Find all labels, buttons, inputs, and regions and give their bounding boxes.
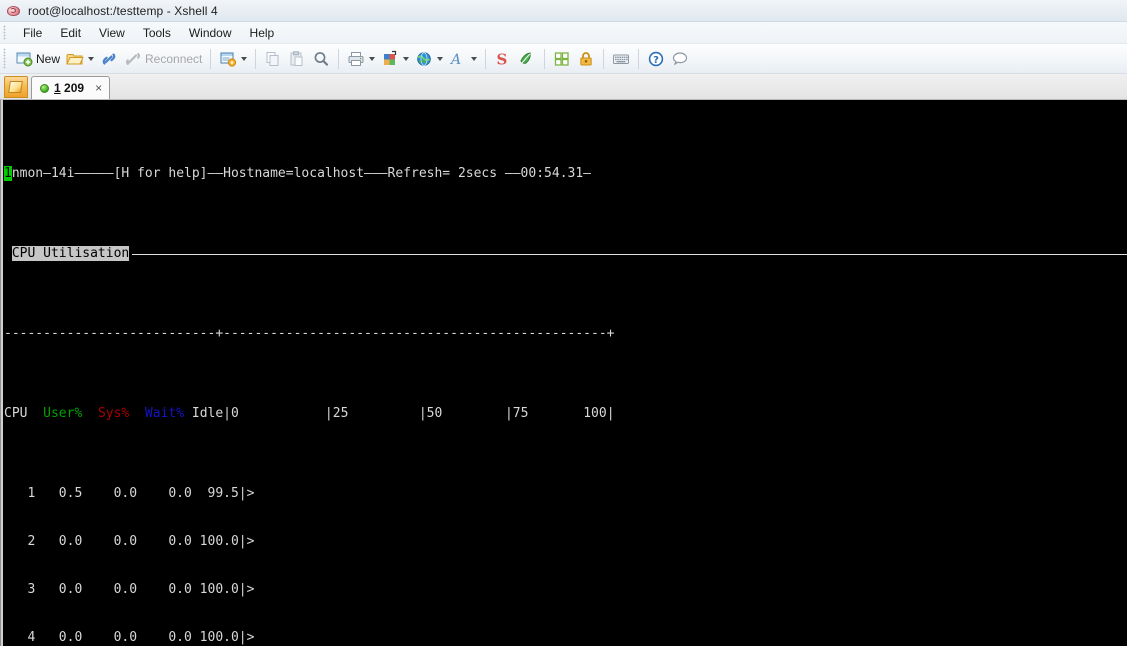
cpu-row-3: 3 0.0 0.0 0.0 100.0|> (4, 582, 255, 597)
nmon-header-text: nmon—14i—————[H for help]——Hostname=loca… (11, 166, 592, 181)
terminal-content: 1nmon—14i—————[H for help]——Hostname=loc… (1, 100, 1127, 646)
find-button[interactable] (309, 47, 333, 71)
tab-close-icon[interactable]: × (95, 82, 102, 94)
menu-edit[interactable]: Edit (51, 24, 90, 42)
session-properties-caret-icon[interactable] (241, 56, 248, 61)
cpu-row-1: 1 0.5 0.0 0.0 99.5|> (4, 486, 255, 501)
terminal-screen[interactable]: 1nmon—14i—————[H for help]——Hostname=loc… (0, 100, 1127, 646)
cpu-col-cpu: CPU (4, 406, 28, 421)
terminal-cursor: 1 (4, 166, 12, 181)
open-folder-icon (66, 50, 84, 68)
cpu-separator-top: ---------------------------+------------… (4, 326, 615, 341)
ftp-icon (518, 50, 536, 68)
tab-index: 1 (54, 81, 61, 95)
open-session-caret-icon[interactable] (88, 56, 95, 61)
font-icon: A (449, 50, 467, 68)
lock-button[interactable] (574, 47, 598, 71)
svg-text:A: A (449, 52, 461, 68)
tab-session-1[interactable]: 1 209 × (31, 76, 111, 99)
cpu-col-user: User% (43, 406, 83, 421)
print-button[interactable] (344, 47, 378, 71)
cpu-section-rule (132, 254, 1127, 255)
connect-link-icon (100, 50, 118, 68)
open-session-button[interactable] (63, 47, 97, 71)
web-transfer-icon (415, 50, 433, 68)
window-title-bar: root@localhost:/testtemp - Xshell 4 (0, 0, 1127, 22)
tab-status-icon (40, 83, 49, 93)
toolbar-separator-1 (210, 48, 212, 69)
font-button[interactable]: A (446, 47, 480, 71)
menu-window[interactable]: Window (180, 24, 241, 42)
window-title: root@localhost:/testtemp - Xshell 4 (28, 3, 218, 18)
menu-view[interactable]: View (90, 24, 134, 42)
chat-button[interactable] (668, 47, 692, 71)
reconnect-icon (124, 50, 142, 68)
copy-button (261, 47, 285, 71)
help-icon: ? (647, 50, 665, 68)
lock-icon (577, 50, 595, 68)
session-properties-icon (219, 50, 237, 68)
xshell-icon (6, 3, 22, 19)
menu-bar: File Edit View Tools Window Help (0, 22, 1127, 44)
keymap-button[interactable] (550, 47, 574, 71)
reconnect-button: Reconnect (121, 47, 205, 71)
sftp-button[interactable]: S (491, 47, 515, 71)
print-caret-icon[interactable] (369, 56, 376, 61)
toolbar-separator-6 (603, 48, 605, 69)
cpu-row-2: 2 0.0 0.0 0.0 100.0|> (4, 534, 255, 549)
layout-caret-icon[interactable] (403, 56, 410, 61)
cpu-col-sys: Sys% (97, 406, 130, 421)
nmon-header-line: 1nmon—14i—————[H for help]——Hostname=loc… (4, 166, 1127, 182)
toolbar: New Reconnect A S ? (0, 44, 1127, 74)
keymap-icon (553, 50, 571, 68)
cpu-section-title: CPU Utilisation (11, 246, 130, 261)
find-icon (312, 50, 330, 68)
menu-help[interactable]: Help (241, 24, 284, 42)
tab-label: 1 209 (54, 81, 84, 95)
chat-icon (671, 50, 689, 68)
web-transfer-caret-icon[interactable] (437, 56, 444, 61)
session-properties-button[interactable] (216, 47, 250, 71)
cpu-scale-line: Idle|0 |25 |50 |75 100| (191, 406, 615, 421)
toolbar-separator-3 (338, 48, 340, 69)
web-transfer-button[interactable] (412, 47, 446, 71)
new-session-button[interactable]: New (12, 47, 63, 71)
menu-file[interactable]: File (14, 24, 51, 42)
reconnect-label: Reconnect (145, 51, 203, 66)
toolbar-separator-2 (255, 48, 257, 69)
cpu-row-4: 4 0.0 0.0 0.0 100.0|> (4, 630, 255, 645)
connect-button[interactable] (97, 47, 121, 71)
svg-text:?: ? (653, 55, 659, 66)
tab-title: 209 (64, 81, 85, 95)
layout-icon (381, 50, 399, 68)
new-tab-icon[interactable] (4, 76, 28, 98)
font-caret-icon[interactable] (471, 56, 478, 61)
paste-button (285, 47, 309, 71)
ftp-button[interactable] (515, 47, 539, 71)
sftp-icon: S (494, 50, 512, 68)
menu-tools[interactable]: Tools (134, 24, 180, 42)
svg-text:S: S (497, 50, 508, 68)
cpu-column-header-row: CPU User% Sys% Wait% Idle|0 |25 |50 |75 … (4, 406, 1127, 422)
new-session-label: New (36, 51, 61, 66)
keyboard-button[interactable] (609, 47, 633, 71)
print-icon (347, 50, 365, 68)
cpu-col-wait: Wait% (144, 406, 185, 421)
tab-strip: 1 209 × (0, 74, 1127, 100)
new-session-icon (15, 50, 33, 68)
toolbar-separator-7 (638, 48, 640, 69)
layout-button[interactable] (378, 47, 412, 71)
toolbar-separator-4 (485, 48, 487, 69)
keyboard-icon (612, 50, 630, 68)
help-button[interactable]: ? (644, 47, 668, 71)
copy-icon (264, 50, 282, 68)
paste-icon (288, 50, 306, 68)
toolbar-separator-5 (544, 48, 546, 69)
